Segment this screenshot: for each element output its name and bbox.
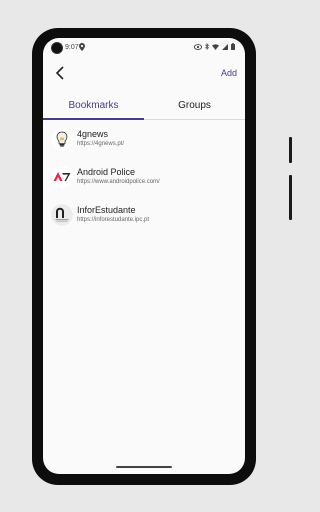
cell-signal-icon — [222, 43, 228, 50]
bookmark-title: InforEstudante — [77, 205, 136, 215]
wifi-icon — [212, 43, 219, 50]
back-arrow-icon[interactable] — [53, 64, 67, 82]
bookmark-title: Android Police — [77, 167, 136, 177]
tab-bookmarks[interactable]: Bookmarks — [43, 96, 144, 120]
location-icon — [79, 43, 85, 51]
status-bar: 9:07 — [43, 38, 245, 58]
battery-icon — [231, 43, 235, 50]
bookmark-list: 4gnews https://4gnews.pt/ Android Police… — [43, 124, 245, 238]
app-bar: Add — [43, 60, 245, 86]
home-indicator[interactable] — [116, 466, 172, 468]
bluetooth-icon — [205, 43, 209, 50]
android-police-icon — [51, 166, 73, 188]
status-icons — [194, 43, 235, 50]
inforestudante-icon — [51, 204, 73, 226]
bookmark-url: https://inforestudante.ipc.pt — [77, 217, 150, 223]
eye-icon — [194, 43, 202, 50]
tab-bar: Bookmarks Groups — [43, 96, 245, 120]
list-item[interactable]: Android Police https://www.androidpolice… — [43, 162, 245, 200]
status-time: 9:07 — [65, 44, 79, 51]
camera-cutout — [51, 42, 63, 54]
lightbulb-icon — [51, 128, 73, 150]
list-item[interactable]: 4gnews https://4gnews.pt/ — [43, 124, 245, 162]
bookmark-url: https://www.androidpolice.com/ — [77, 179, 160, 185]
bookmark-title: 4gnews — [77, 129, 109, 139]
volume-button — [289, 175, 292, 220]
add-button[interactable]: Add — [221, 68, 237, 78]
bookmark-url: https://4gnews.pt/ — [77, 141, 125, 147]
screen: 9:07 Add Bookmarks Groups 4gnews https:/… — [43, 38, 245, 474]
tab-groups[interactable]: Groups — [144, 96, 245, 119]
list-item[interactable]: InforEstudante https://inforestudante.ip… — [43, 200, 245, 238]
power-button — [289, 137, 292, 163]
